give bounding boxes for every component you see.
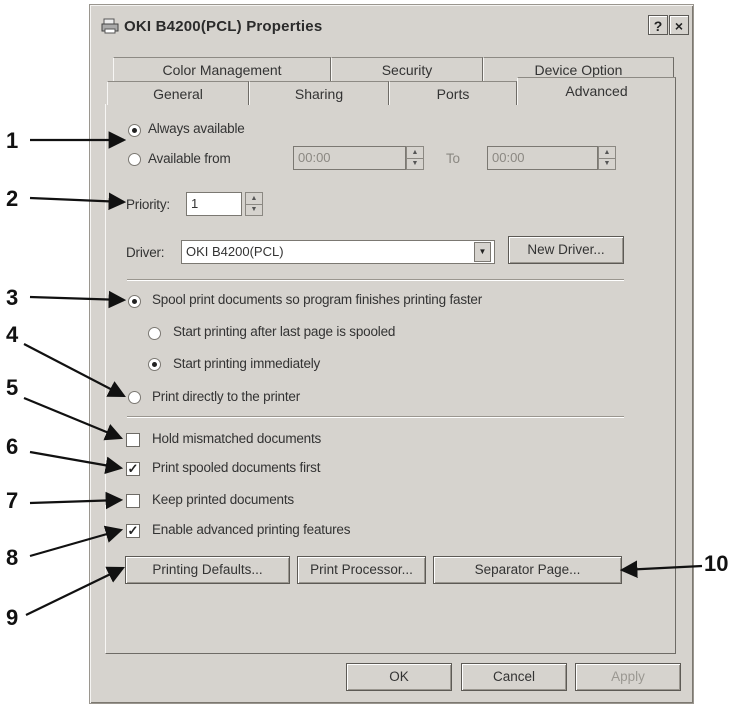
callout-lines bbox=[23, 131, 703, 616]
